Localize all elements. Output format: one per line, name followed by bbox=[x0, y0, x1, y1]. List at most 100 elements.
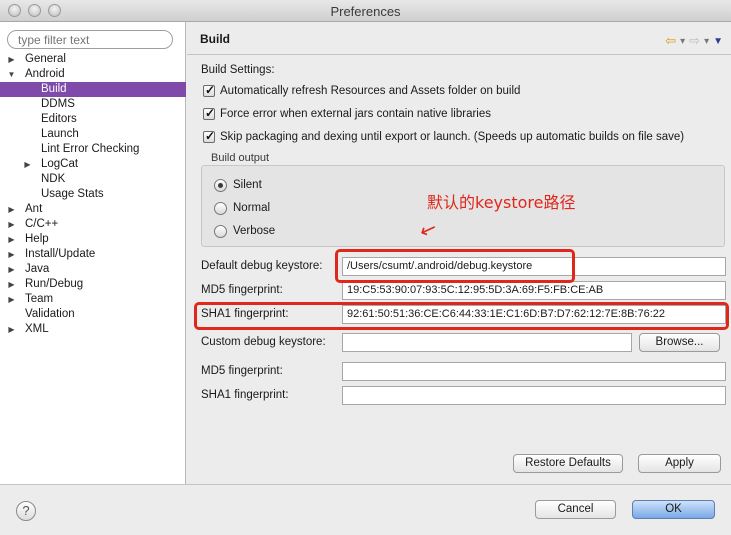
tree-item-c-c-[interactable]: ▶ C/C++ bbox=[0, 217, 186, 232]
tree-item-install-update[interactable]: ▶ Install/Update bbox=[0, 247, 186, 262]
tree-item-team[interactable]: ▶ Team bbox=[0, 292, 186, 307]
ok-button[interactable]: OK bbox=[632, 500, 715, 519]
forward-dropdown-icon[interactable]: ▾ bbox=[704, 36, 709, 47]
checkbox-box[interactable]: ✓ bbox=[203, 83, 215, 97]
build-output-title: Build output bbox=[211, 152, 270, 164]
md5-label: MD5 fingerprint: bbox=[201, 284, 283, 296]
collapsed-arrow-icon[interactable]: ▶ bbox=[7, 247, 16, 262]
history-nav: ⇦ ▾ ⇨ ▾ ▼ bbox=[665, 33, 723, 49]
tree-item-label: General bbox=[25, 53, 66, 65]
tree-item-ndk[interactable]: NDK bbox=[0, 172, 186, 187]
checkbox-box[interactable]: ✓ bbox=[203, 106, 215, 120]
force-error-checkbox[interactable]: ✓ Force error when external jars contain… bbox=[203, 106, 723, 122]
build-preferences-page: Build ⇦ ▾ ⇨ ▾ ▼ Build Settings: ✓ Automa… bbox=[187, 22, 731, 484]
restore-defaults-button[interactable]: Restore Defaults bbox=[513, 454, 623, 473]
auto-refresh-checkbox[interactable]: ✓ Automatically refresh Resources and As… bbox=[203, 83, 723, 99]
custom-sha1-label: SHA1 fingerprint: bbox=[201, 389, 289, 401]
radio-label: Verbose bbox=[233, 225, 276, 237]
skip-packaging-checkbox[interactable]: ✓ Skip packaging and dexing until export… bbox=[203, 129, 723, 145]
custom-sha1-field[interactable] bbox=[342, 386, 726, 405]
annotation-text: 默认的keystore路径 bbox=[427, 193, 576, 212]
filter-input[interactable] bbox=[7, 30, 173, 49]
help-icon[interactable]: ? bbox=[16, 501, 36, 521]
back-arrow-icon[interactable]: ⇦ bbox=[665, 33, 676, 49]
tree-item-label: Editors bbox=[41, 113, 77, 125]
radio-label: Normal bbox=[233, 202, 271, 214]
radio-button[interactable] bbox=[214, 178, 227, 192]
browse-button[interactable]: Browse... bbox=[639, 333, 720, 352]
tree-item-validation[interactable]: Validation bbox=[0, 307, 186, 322]
cancel-button[interactable]: Cancel bbox=[535, 500, 616, 519]
back-dropdown-icon[interactable]: ▾ bbox=[680, 36, 685, 47]
collapsed-arrow-icon[interactable]: ▶ bbox=[7, 232, 16, 247]
checkbox-label: Skip packaging and dexing until export o… bbox=[220, 131, 685, 143]
tree-item-general[interactable]: ▶ General bbox=[0, 52, 186, 67]
tree-item-run-debug[interactable]: ▶ Run/Debug bbox=[0, 277, 186, 292]
radio-button[interactable] bbox=[214, 224, 227, 238]
md5-field[interactable]: 19:C5:53:90:07:93:5C:12:95:5D:3A:69:F5:F… bbox=[342, 281, 726, 300]
tree-item-lint-error-checking[interactable]: Lint Error Checking bbox=[0, 142, 186, 157]
tree-item-help[interactable]: ▶ Help bbox=[0, 232, 186, 247]
tree-item-label: Java bbox=[25, 263, 50, 275]
collapsed-arrow-icon[interactable]: ▶ bbox=[7, 277, 16, 292]
custom-md5-field[interactable] bbox=[342, 362, 726, 381]
tree-item-label: NDK bbox=[41, 173, 66, 185]
tree-item-label: Ant bbox=[25, 203, 43, 215]
tree-item-xml[interactable]: ▶ XML bbox=[0, 322, 186, 337]
collapsed-arrow-icon[interactable]: ▶ bbox=[7, 202, 16, 217]
tree-item-build[interactable]: Build bbox=[0, 82, 186, 97]
preferences-tree: ▶ General ▼ Android Build DDMS Editors Launch Li… bbox=[0, 52, 186, 337]
checkbox-label: Automatically refresh Resources and Asse… bbox=[220, 85, 521, 97]
tree-item-label: Validation bbox=[25, 308, 75, 320]
tree-item-ant[interactable]: ▶ Ant bbox=[0, 202, 186, 217]
collapsed-arrow-icon[interactable]: ▶ bbox=[7, 322, 16, 337]
collapsed-arrow-icon[interactable]: ▶ bbox=[23, 157, 32, 172]
checkbox-label: Force error when external jars contain n… bbox=[220, 108, 492, 120]
tree-item-android[interactable]: ▼ Android bbox=[0, 67, 186, 82]
tree-item-label: Run/Debug bbox=[25, 278, 84, 290]
tree-item-usage-stats[interactable]: Usage Stats bbox=[0, 187, 186, 202]
collapsed-arrow-icon[interactable]: ▶ bbox=[7, 52, 16, 67]
tree-item-label: Lint Error Checking bbox=[41, 143, 140, 155]
tree-item-java[interactable]: ▶ Java bbox=[0, 262, 186, 277]
radio-button[interactable] bbox=[214, 201, 227, 215]
tree-item-editors[interactable]: Editors bbox=[0, 112, 186, 127]
tree-item-label: Help bbox=[25, 233, 49, 245]
tree-item-label: Launch bbox=[41, 128, 79, 140]
tree-item-label: Install/Update bbox=[25, 248, 96, 260]
page-header: Build ⇦ ▾ ⇨ ▾ ▼ bbox=[187, 22, 731, 55]
tree-item-launch[interactable]: Launch bbox=[0, 127, 186, 142]
expanded-arrow-icon[interactable]: ▼ bbox=[7, 67, 16, 82]
tree-item-logcat[interactable]: ▶ LogCat bbox=[0, 157, 186, 172]
tree-item-label: DDMS bbox=[41, 98, 75, 110]
checkbox-box[interactable]: ✓ bbox=[203, 129, 215, 143]
custom-md5-label: MD5 fingerprint: bbox=[201, 365, 283, 377]
page-title: Build bbox=[200, 32, 230, 46]
tree-item-label: Usage Stats bbox=[41, 188, 104, 200]
forward-arrow-icon[interactable]: ⇨ bbox=[689, 33, 700, 49]
custom-keystore-label: Custom debug keystore: bbox=[201, 336, 326, 348]
sha1-highlight-box bbox=[194, 302, 729, 330]
keystore-highlight-box bbox=[335, 249, 575, 283]
normal-radio[interactable]: Normal bbox=[214, 200, 270, 216]
dialog-footer: ? Cancel OK bbox=[0, 484, 731, 535]
view-menu-icon[interactable]: ▼ bbox=[713, 36, 723, 47]
custom-md5-row: MD5 fingerprint: bbox=[201, 362, 726, 382]
tree-item-label: LogCat bbox=[41, 158, 79, 170]
apply-button[interactable]: Apply bbox=[638, 454, 721, 473]
build-settings-label: Build Settings: bbox=[201, 64, 275, 76]
md5-row: MD5 fingerprint: 19:C5:53:90:07:93:5C:12… bbox=[201, 281, 726, 301]
custom-sha1-row: SHA1 fingerprint: bbox=[201, 386, 726, 406]
collapsed-arrow-icon[interactable]: ▶ bbox=[7, 217, 16, 232]
silent-radio[interactable]: Silent bbox=[214, 177, 262, 193]
tree-item-label: XML bbox=[25, 323, 49, 335]
custom-keystore-field[interactable] bbox=[342, 333, 632, 352]
tree-item-label: Build bbox=[41, 83, 67, 95]
default-keystore-label: Default debug keystore: bbox=[201, 260, 323, 272]
tree-item-ddms[interactable]: DDMS bbox=[0, 97, 186, 112]
window-title: Preferences bbox=[330, 4, 401, 19]
verbose-radio[interactable]: Verbose bbox=[214, 223, 275, 239]
collapsed-arrow-icon[interactable]: ▶ bbox=[7, 262, 16, 277]
collapsed-arrow-icon[interactable]: ▶ bbox=[7, 292, 16, 307]
tree-item-label: Team bbox=[25, 293, 54, 305]
